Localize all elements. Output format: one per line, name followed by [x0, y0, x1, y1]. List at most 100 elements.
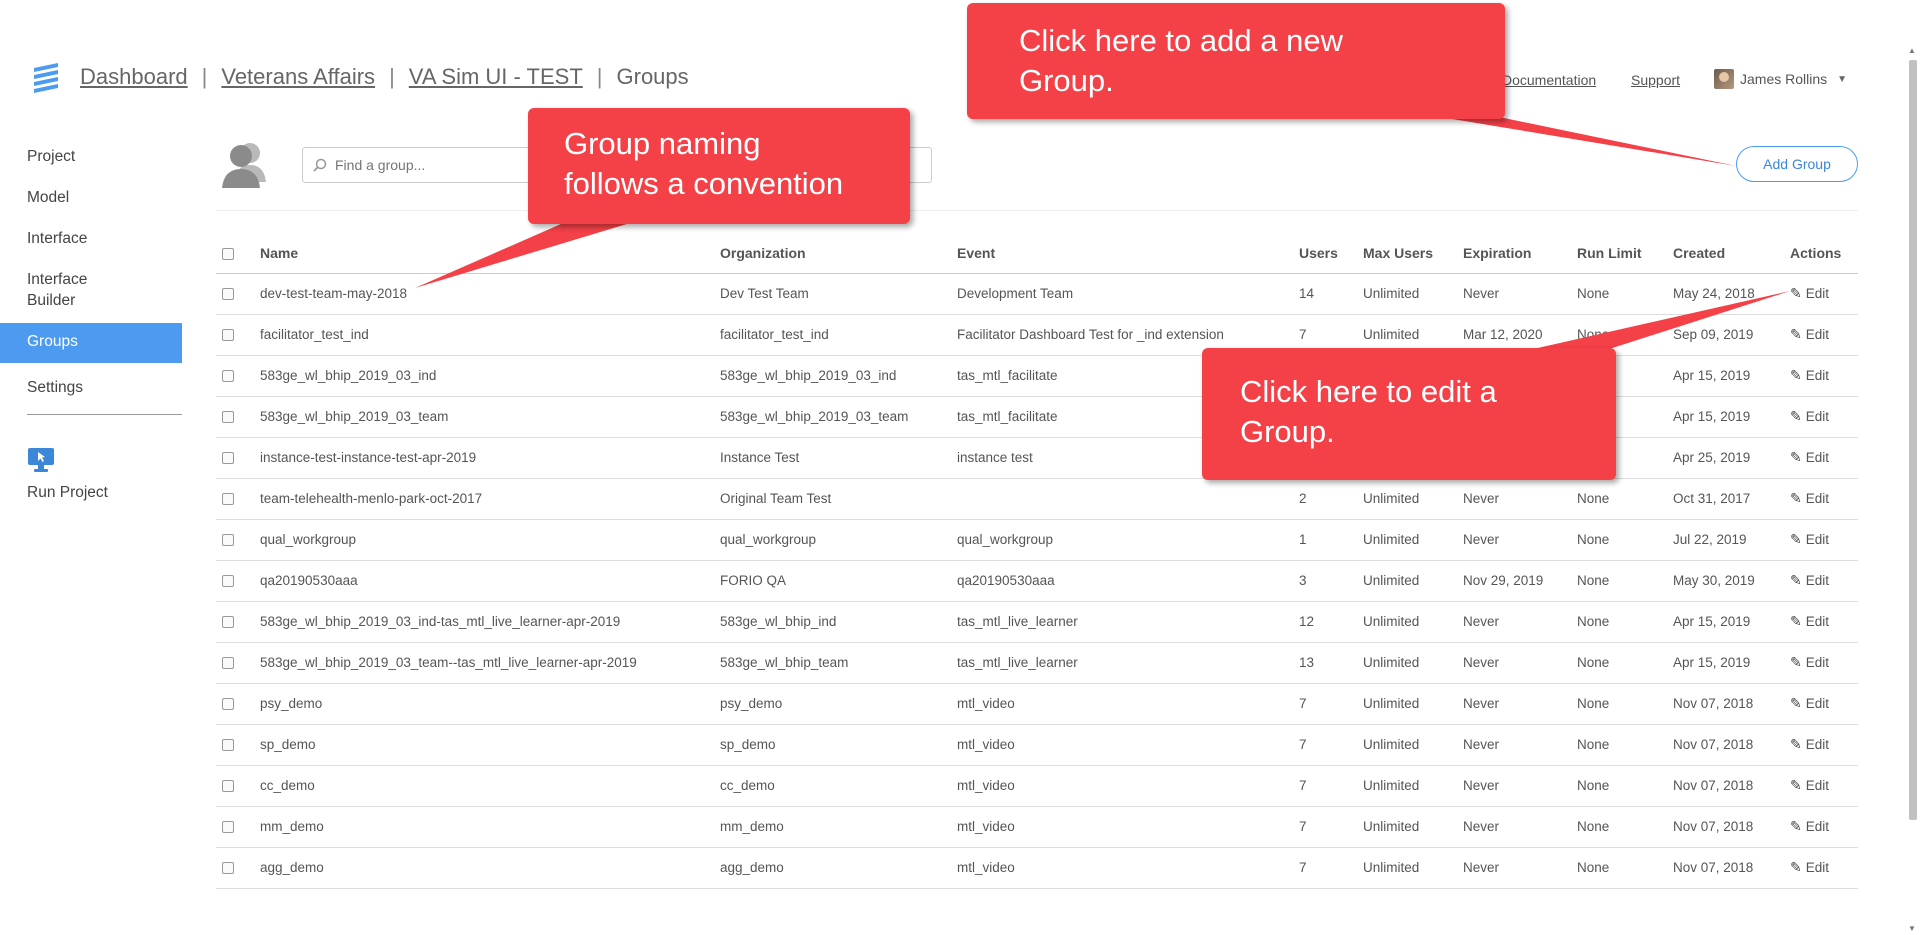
- table-row[interactable]: team-telehealth-menlo-park-oct-2017 Origi…: [216, 478, 1858, 520]
- edit-group-button[interactable]: ✎ Edit: [1790, 285, 1829, 302]
- edit-label: Edit: [1805, 696, 1829, 711]
- row-checkbox[interactable]: [222, 616, 234, 629]
- edit-group-button[interactable]: ✎ Edit: [1790, 777, 1829, 794]
- row-checkbox[interactable]: [222, 821, 234, 834]
- cell-created: Apr 15, 2019: [1673, 396, 1790, 438]
- row-checkbox[interactable]: [222, 698, 234, 711]
- callout-naming-line-2: follows a convention: [564, 166, 844, 201]
- documentation-link[interactable]: Documentation: [1502, 72, 1596, 88]
- run-project-button[interactable]: Run Project: [27, 447, 167, 502]
- table-row[interactable]: qa20190530aaa FORIO QA qa20190530aaa 3 Unlim…: [216, 560, 1858, 602]
- scroll-up-icon[interactable]: ▲: [1908, 46, 1916, 55]
- col-header-name[interactable]: Name: [260, 233, 720, 274]
- table-row[interactable]: psy_demo psy_demo mtl_video 7 Unlimited Never…: [216, 683, 1858, 725]
- edit-group-button[interactable]: ✎ Edit: [1790, 736, 1829, 753]
- edit-group-button[interactable]: ✎ Edit: [1790, 572, 1829, 589]
- cell-organization: 583ge_wl_bhip_2019_03_ind: [720, 355, 957, 397]
- table-row[interactable]: 583ge_wl_bhip_2019_03_team--tas_mtl_live…: [216, 642, 1858, 684]
- table-row[interactable]: 583ge_wl_bhip_2019_03_ind-tas_mtl_live_l…: [216, 601, 1858, 643]
- table-row[interactable]: sp_demo sp_demo mtl_video 7 Unlimited Never No…: [216, 724, 1858, 766]
- row-checkbox[interactable]: [222, 534, 234, 547]
- sidebar-item-interface[interactable]: Interface: [0, 222, 182, 255]
- row-select-cell: [216, 560, 260, 602]
- cell-name: qa20190530aaa: [260, 560, 720, 602]
- page-title: Groups: [616, 64, 689, 89]
- col-header-users[interactable]: Users: [1299, 233, 1363, 274]
- cell-created: May 30, 2019: [1673, 560, 1790, 602]
- edit-group-button[interactable]: ✎ Edit: [1790, 408, 1829, 425]
- cell-created: Apr 15, 2019: [1673, 355, 1790, 397]
- row-checkbox[interactable]: [222, 370, 234, 383]
- row-select-cell: [216, 273, 260, 315]
- table-row[interactable]: mm_demo mm_demo mtl_video 7 Unlimited Never No…: [216, 806, 1858, 848]
- row-checkbox[interactable]: [222, 862, 234, 875]
- sidebar-item-interface-builder[interactable]: Interface Builder: [0, 263, 140, 317]
- pencil-icon: ✎: [1790, 449, 1802, 465]
- edit-group-button[interactable]: ✎ Edit: [1790, 449, 1829, 466]
- row-checkbox[interactable]: [222, 329, 234, 342]
- col-header-event[interactable]: Event: [957, 233, 1299, 274]
- cell-run-limit: None: [1577, 806, 1673, 848]
- breadcrumb-va-sim-ui-test[interactable]: VA Sim UI - TEST: [409, 64, 583, 90]
- support-link[interactable]: Support: [1631, 72, 1680, 88]
- scroll-down-icon[interactable]: ▼: [1908, 924, 1916, 933]
- col-header-run-limit[interactable]: Run Limit: [1577, 233, 1673, 274]
- cell-expiration: Never: [1463, 273, 1577, 315]
- edit-group-button[interactable]: ✎ Edit: [1790, 859, 1829, 876]
- row-checkbox[interactable]: [222, 575, 234, 588]
- edit-group-button[interactable]: ✎ Edit: [1790, 818, 1829, 835]
- cell-max-users: Unlimited: [1363, 642, 1463, 684]
- edit-group-button[interactable]: ✎ Edit: [1790, 490, 1829, 507]
- cell-users: 7: [1299, 724, 1363, 766]
- col-header-organization[interactable]: Organization: [720, 233, 957, 274]
- edit-group-button[interactable]: ✎ Edit: [1790, 326, 1829, 343]
- edit-group-button[interactable]: ✎ Edit: [1790, 613, 1829, 630]
- cell-expiration: Never: [1463, 478, 1577, 520]
- table-row[interactable]: dev-test-team-may-2018 Dev Test Team Devel…: [216, 273, 1858, 315]
- sidebar-item-project[interactable]: Project: [0, 140, 182, 173]
- scrollbar-thumb[interactable]: [1909, 60, 1917, 820]
- select-all-checkbox[interactable]: [222, 248, 234, 261]
- sidebar-item-model[interactable]: Model: [0, 181, 182, 214]
- row-checkbox[interactable]: [222, 657, 234, 670]
- edit-group-button[interactable]: ✎ Edit: [1790, 367, 1829, 384]
- col-header-expiration[interactable]: Expiration: [1463, 233, 1577, 274]
- pencil-icon: ✎: [1790, 285, 1802, 301]
- edit-group-button[interactable]: ✎ Edit: [1790, 531, 1829, 548]
- cell-name: 583ge_wl_bhip_2019_03_ind-tas_mtl_live_l…: [260, 601, 720, 643]
- callout-add-group: Click here to add a new Group.: [967, 3, 1505, 119]
- cell-organization: mm_demo: [720, 806, 957, 848]
- col-header-actions: Actions: [1790, 233, 1858, 274]
- cell-users: 7: [1299, 683, 1363, 725]
- sidebar-item-groups[interactable]: Groups: [0, 323, 182, 363]
- table-row[interactable]: agg_demo agg_demo mtl_video 7 Unlimited Never…: [216, 847, 1858, 889]
- cell-organization: FORIO QA: [720, 560, 957, 602]
- row-checkbox[interactable]: [222, 452, 234, 465]
- row-checkbox[interactable]: [222, 288, 234, 301]
- scrollbar[interactable]: ▲ ▼: [1906, 40, 1920, 935]
- row-checkbox[interactable]: [222, 780, 234, 793]
- breadcrumb-dashboard[interactable]: Dashboard: [80, 64, 188, 90]
- breadcrumb-veterans-affairs[interactable]: Veterans Affairs: [221, 64, 375, 90]
- cell-expiration: Never: [1463, 724, 1577, 766]
- cell-organization: Instance Test: [720, 437, 957, 479]
- col-header-created[interactable]: Created: [1673, 233, 1790, 274]
- cell-name: 583ge_wl_bhip_2019_03_ind: [260, 355, 720, 397]
- cell-name: facilitator_test_ind: [260, 314, 720, 356]
- edit-group-button[interactable]: ✎ Edit: [1790, 654, 1829, 671]
- cell-actions: ✎ Edit: [1790, 355, 1858, 397]
- forio-logo-icon[interactable]: [31, 62, 61, 96]
- edit-label: Edit: [1805, 327, 1829, 342]
- add-group-button[interactable]: Add Group: [1736, 146, 1858, 182]
- user-menu[interactable]: James Rollins ▼: [1714, 69, 1847, 89]
- row-checkbox[interactable]: [222, 739, 234, 752]
- row-select-cell: [216, 806, 260, 848]
- row-checkbox[interactable]: [222, 411, 234, 424]
- cell-run-limit: None: [1577, 601, 1673, 643]
- sidebar-item-settings[interactable]: Settings: [0, 371, 182, 404]
- table-row[interactable]: cc_demo cc_demo mtl_video 7 Unlimited Never No…: [216, 765, 1858, 807]
- row-checkbox[interactable]: [222, 493, 234, 506]
- table-row[interactable]: qual_workgroup qual_workgroup qual_workgro…: [216, 519, 1858, 561]
- col-header-max-users[interactable]: Max Users: [1363, 233, 1463, 274]
- edit-group-button[interactable]: ✎ Edit: [1790, 695, 1829, 712]
